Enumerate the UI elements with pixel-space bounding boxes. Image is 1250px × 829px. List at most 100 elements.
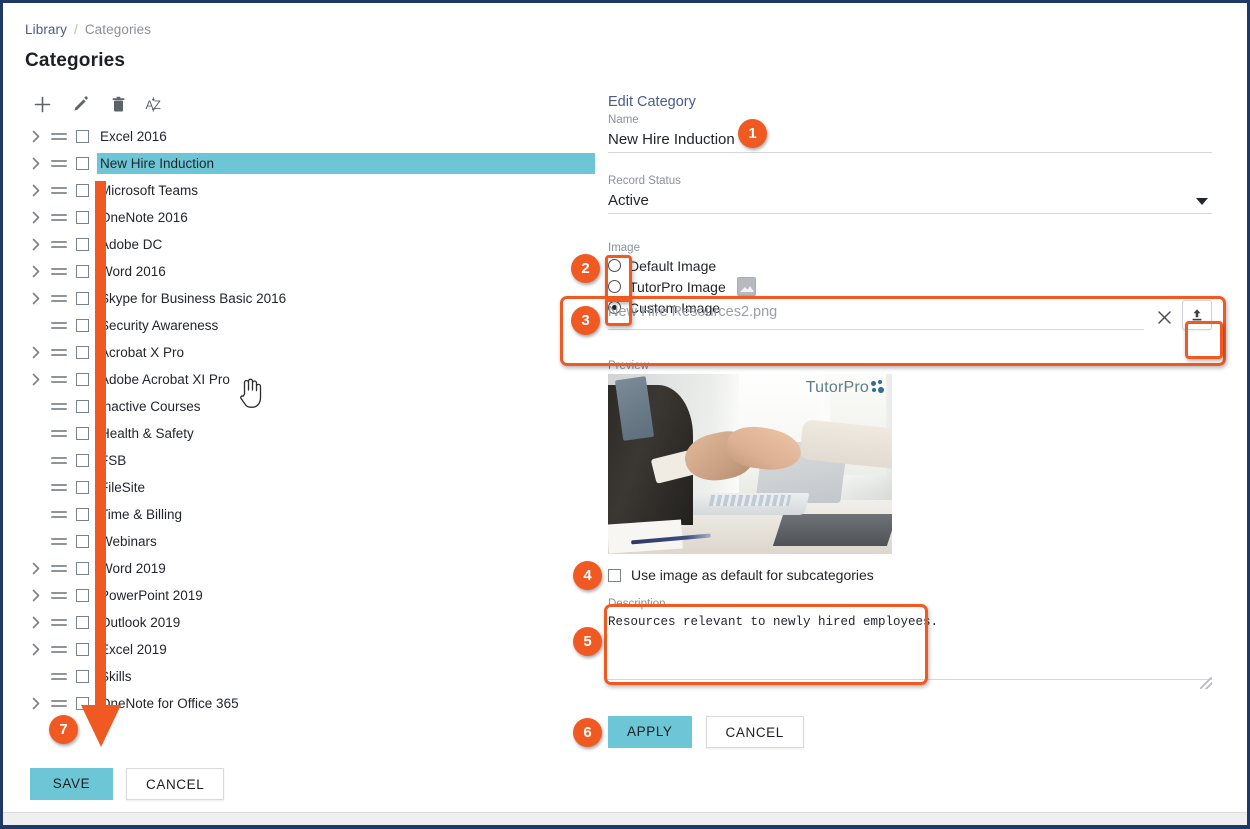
drag-handle-icon[interactable] [51, 673, 67, 680]
drag-handle-icon[interactable] [51, 565, 67, 572]
drag-handle-icon[interactable] [51, 403, 67, 410]
tree-row-checkbox[interactable] [76, 238, 89, 251]
tree-row[interactable]: Skills [3, 663, 595, 690]
drag-handle-icon[interactable] [51, 214, 67, 221]
resize-handle-icon[interactable] [1200, 677, 1212, 689]
delete-trash-icon[interactable] [107, 93, 129, 115]
image-thumbnail-icon[interactable] [736, 277, 756, 296]
tree-row-checkbox[interactable] [76, 184, 89, 197]
apply-button[interactable]: APPLY [608, 716, 692, 748]
record-status-select[interactable]: Active [608, 188, 1212, 213]
tree-row[interactable]: Outlook 2019 [3, 609, 595, 636]
drag-handle-icon[interactable] [51, 160, 67, 167]
tree-row-checkbox[interactable] [76, 697, 89, 710]
tree-row[interactable]: OneNote 2016 [3, 204, 595, 231]
cancel-button-left[interactable]: CANCEL [126, 768, 225, 800]
tree-row-checkbox[interactable] [76, 481, 89, 494]
drag-handle-icon[interactable] [51, 241, 67, 248]
radio-tutorpro-image-control[interactable] [608, 280, 621, 293]
drag-handle-icon[interactable] [51, 646, 67, 653]
tree-row[interactable]: Webinars [3, 528, 595, 555]
chevron-right-icon[interactable] [29, 292, 43, 305]
drag-handle-icon[interactable] [51, 295, 67, 302]
tree-row-checkbox[interactable] [76, 157, 89, 170]
tree-row[interactable]: Acrobat X Pro [3, 339, 595, 366]
tree-row-checkbox[interactable] [76, 130, 89, 143]
tree-row[interactable]: PowerPoint 2019 [3, 582, 595, 609]
save-button[interactable]: SAVE [30, 768, 113, 800]
cancel-button-right[interactable]: CANCEL [705, 716, 804, 748]
chevron-right-icon[interactable] [29, 184, 43, 197]
chevron-right-icon[interactable] [29, 697, 43, 710]
drag-handle-icon[interactable] [51, 700, 67, 707]
sort-az-icon[interactable]: AZ [145, 93, 167, 115]
drag-handle-icon[interactable] [51, 619, 67, 626]
category-tree[interactable]: Excel 2016 New Hire Induction Microsoft Te… [3, 123, 595, 717]
tree-row[interactable]: Microsoft Teams [3, 177, 595, 204]
chevron-right-icon[interactable] [29, 562, 43, 575]
tree-row[interactable]: Adobe DC [3, 231, 595, 258]
tree-row[interactable]: Adobe Acrobat XI Pro [3, 366, 595, 393]
edit-pencil-icon[interactable] [69, 93, 91, 115]
tree-row[interactable]: Time & Billing [3, 501, 595, 528]
chevron-right-icon[interactable] [29, 373, 43, 386]
drag-handle-icon[interactable] [51, 484, 67, 491]
tree-row-checkbox[interactable] [76, 643, 89, 656]
chevron-right-icon[interactable] [29, 157, 43, 170]
tree-row-checkbox[interactable] [76, 346, 89, 359]
chevron-right-icon[interactable] [29, 589, 43, 602]
chevron-down-icon[interactable] [1196, 198, 1208, 205]
tree-row[interactable]: Word 2019 [3, 555, 595, 582]
tree-row-checkbox[interactable] [76, 427, 89, 440]
tree-row-checkbox[interactable] [76, 562, 89, 575]
drag-handle-icon[interactable] [51, 133, 67, 140]
chevron-right-icon[interactable] [29, 643, 43, 656]
tree-row-checkbox[interactable] [76, 589, 89, 602]
tree-row-checkbox[interactable] [76, 400, 89, 413]
drag-handle-icon[interactable] [51, 430, 67, 437]
tree-row[interactable]: Skype for Business Basic 2016 [3, 285, 595, 312]
tree-row-checkbox[interactable] [76, 508, 89, 521]
radio-default-image-control[interactable] [608, 259, 621, 272]
tree-row[interactable]: FSB [3, 447, 595, 474]
breadcrumb-library-link[interactable]: Library [25, 22, 67, 37]
tree-row[interactable]: Health & Safety [3, 420, 595, 447]
tree-row-checkbox[interactable] [76, 292, 89, 305]
tree-row-checkbox[interactable] [76, 265, 89, 278]
tree-row[interactable]: Excel 2019 [3, 636, 595, 663]
tree-row[interactable]: FileSite [3, 474, 595, 501]
tree-row-checkbox[interactable] [76, 373, 89, 386]
tree-row-checkbox[interactable] [76, 319, 89, 332]
description-textarea[interactable]: Description Resources relevant to newly … [608, 597, 1212, 689]
drag-handle-icon[interactable] [51, 268, 67, 275]
radio-tutorpro-image[interactable]: TutorPro Image [608, 276, 1212, 297]
tree-row-checkbox[interactable] [76, 616, 89, 629]
add-icon[interactable] [31, 93, 53, 115]
tree-row[interactable]: Excel 2016 [3, 123, 595, 150]
tree-row[interactable]: OneNote for Office 365 [3, 690, 595, 717]
drag-handle-icon[interactable] [51, 538, 67, 545]
tree-row[interactable]: Word 2016 [3, 258, 595, 285]
tree-row-checkbox[interactable] [76, 670, 89, 683]
chevron-right-icon[interactable] [29, 130, 43, 143]
tree-row[interactable]: Inactive Courses [3, 393, 595, 420]
drag-handle-icon[interactable] [51, 592, 67, 599]
chevron-right-icon[interactable] [29, 265, 43, 278]
tree-row-checkbox[interactable] [76, 454, 89, 467]
upload-icon[interactable] [1182, 300, 1212, 330]
drag-handle-icon[interactable] [51, 322, 67, 329]
name-input[interactable]: New Hire Induction [608, 127, 1212, 152]
use-image-default-row[interactable]: Use image as default for subcategories [608, 567, 874, 583]
drag-handle-icon[interactable] [51, 457, 67, 464]
use-image-default-checkbox[interactable] [608, 568, 621, 582]
custom-image-file-input[interactable]: New Hire Resources2.png [608, 304, 1144, 330]
drag-handle-icon[interactable] [51, 187, 67, 194]
close-x-icon[interactable] [1152, 305, 1176, 329]
radio-default-image[interactable]: Default Image [608, 255, 1212, 276]
chevron-right-icon[interactable] [29, 238, 43, 251]
tree-row[interactable]: Security Awareness [3, 312, 595, 339]
drag-handle-icon[interactable] [51, 376, 67, 383]
tree-row-checkbox[interactable] [76, 211, 89, 224]
tree-row[interactable]: New Hire Induction [3, 150, 595, 177]
drag-handle-icon[interactable] [51, 511, 67, 518]
